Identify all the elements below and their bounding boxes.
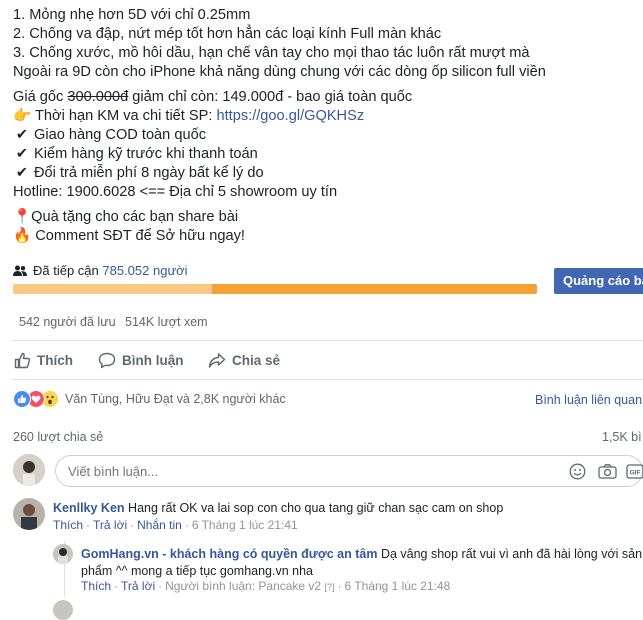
comment-input-box[interactable]: GIF	[55, 455, 643, 487]
comment-cta-text: Comment SĐT để Sở hữu ngay!	[31, 228, 245, 244]
share-button[interactable]: Chia sẻ	[208, 350, 280, 370]
check-line-1: ✔ Giao hàng COD toàn quốc	[13, 126, 206, 145]
comment-message-link[interactable]: Nhắn tin	[137, 518, 182, 532]
promote-button[interactable]: Quảng cáo bà	[554, 268, 643, 294]
fire-icon: 🔥	[13, 228, 32, 244]
post-line-1: 1. Mỏng nhẹ hơn 5D với chỉ 0.25mm	[13, 7, 251, 23]
gift-line: 📍Quà tặng cho các bạn share bài	[13, 208, 238, 227]
comment-input[interactable]	[66, 463, 550, 480]
saves-count[interactable]: 542 người đã lưu	[19, 315, 116, 329]
comment-text: Hang rất OK va lai sop con cho qua tang …	[124, 501, 504, 515]
reply-text-line-2: phẩm ^^ mong a tiếp tục gomhang.vn nha	[81, 564, 314, 578]
reach-count[interactable]: 785.052 người	[102, 263, 187, 278]
promo-text: Thời hạn KM va chi tiết SP:	[31, 108, 217, 124]
post-line-3: 3. Chống xước, mồ hôi dầu, hạn chế vân t…	[13, 45, 530, 61]
check-text-3: Đổi trả miễn phí 8 ngày bất kể lý do	[34, 165, 264, 181]
divider	[13, 340, 643, 341]
comment-author[interactable]: Kenllky Ken	[53, 501, 125, 515]
post-line-2: 2. Chống va đập, nứt mép tốt hơn hẳn các…	[13, 26, 442, 42]
emoji-icon[interactable]	[569, 463, 586, 485]
reply-badge[interactable]: [?]	[324, 582, 334, 592]
camera-icon[interactable]	[598, 463, 617, 485]
reply-avatar[interactable]	[53, 544, 73, 564]
hotline-line: Hotline: 1900.6028 <== Địa chỉ 5 showroo…	[13, 184, 338, 200]
check-line-3: ✔ Đổi trả miễn phí 8 ngày bất kể lý do	[13, 164, 264, 183]
checkmark-icon: ✔	[15, 127, 29, 143]
share-label: Chia sẻ	[232, 352, 281, 368]
comment-count[interactable]: 1,5K bì	[602, 430, 642, 444]
reply-body: GomHang.vn - khách hàng có quyền được an…	[81, 546, 643, 580]
reaction-names[interactable]: Văn Tùng, Hữu Đạt và 2,8K người khác	[65, 392, 286, 406]
share-count[interactable]: 260 lượt chia sẻ	[13, 430, 103, 444]
like-label: Thích	[37, 352, 73, 368]
comment-actions: Thích · Trả lời · Nhắn tin · 6 Tháng 1 lúc 21:…	[53, 518, 298, 532]
checkmark-icon: ✔	[15, 146, 29, 162]
svg-text:GIF: GIF	[630, 470, 641, 477]
comment-label: Bình luận	[122, 352, 184, 368]
relevant-comments-dropdown[interactable]: Bình luận liên quan	[535, 393, 642, 407]
reply-actions: Thích · Trả lời · Người bình luận: Pancake v…	[81, 579, 451, 593]
reply-by: Người bình luận: Pancake v2	[165, 579, 322, 593]
comment-button[interactable]: Bình luận	[98, 350, 184, 370]
reply-timestamp[interactable]: 6 Tháng 1 lúc 21:48	[344, 579, 450, 593]
comment-body: Kenllky Ken Hang rất OK va lai sop con c…	[53, 500, 638, 517]
price-prefix: Giá gốc	[13, 89, 68, 105]
share-arrow-icon	[208, 352, 226, 368]
like-button[interactable]: Thích	[14, 350, 73, 370]
reply-author[interactable]: GomHang.vn - khách hàng có quyền được an…	[81, 547, 377, 561]
reply-text-line-1: Dạ vâng shop rất vui vì anh đã hài lòng …	[377, 547, 643, 561]
reach-row: Đã tiếp cận 785.052 người	[13, 263, 188, 278]
reach-progress-bar	[13, 284, 537, 294]
reach-label: Đã tiếp cận	[33, 263, 103, 278]
comment-like-link[interactable]: Thích	[53, 518, 83, 532]
reply-reply-link[interactable]: Trả lời	[121, 579, 155, 593]
divider	[13, 379, 643, 380]
current-user-avatar[interactable]	[13, 454, 45, 486]
check-text-2: Kiểm hàng kỹ trước khi thanh toán	[34, 146, 258, 162]
comment-reply-link[interactable]: Trả lời	[93, 518, 127, 532]
pointing-hand-icon: 👉	[13, 108, 32, 124]
gift-text: Quà tặng cho các bạn share bài	[31, 209, 239, 225]
checkmark-icon: ✔	[15, 165, 29, 181]
people-icon	[13, 265, 27, 276]
old-price: 300.000đ	[67, 89, 129, 105]
reach-progress-organic	[13, 284, 213, 294]
speech-bubble-icon	[98, 352, 116, 368]
price-line: Giá gốc 300.000đ giảm chỉ còn: 149.000đ …	[13, 88, 412, 107]
thumbs-up-icon	[14, 352, 31, 368]
pin-icon: 📍	[13, 209, 32, 225]
comment-timestamp[interactable]: 6 Tháng 1 lúc 21:41	[192, 518, 298, 532]
post-line-4: Ngoài ra 9D còn cho iPhone khả năng dùng…	[13, 64, 546, 80]
price-suffix: giảm chỉ còn: 149.000đ - bao giá toàn qu…	[128, 89, 413, 105]
like-reaction-icon[interactable]	[13, 390, 31, 408]
check-text-1: Giao hàng COD toàn quốc	[34, 127, 206, 143]
check-line-2: ✔ Kiểm hàng kỹ trước khi thanh toán	[13, 145, 258, 164]
promo-link[interactable]: https://goo.gl/GQKHSz	[217, 108, 365, 124]
commenter-avatar[interactable]	[13, 498, 45, 530]
reply-like-link[interactable]: Thích	[81, 579, 111, 593]
promo-line: 👉 Thời hạn KM va chi tiết SP: https://go…	[13, 107, 364, 126]
reach-progress-paid	[212, 284, 537, 294]
views-count[interactable]: 514K lượt xem	[125, 315, 208, 329]
gif-icon[interactable]: GIF	[626, 463, 643, 485]
comment-cta-line: 🔥 Comment SĐT để Sở hữu ngay!	[13, 227, 245, 246]
next-reply-avatar[interactable]	[53, 600, 73, 620]
